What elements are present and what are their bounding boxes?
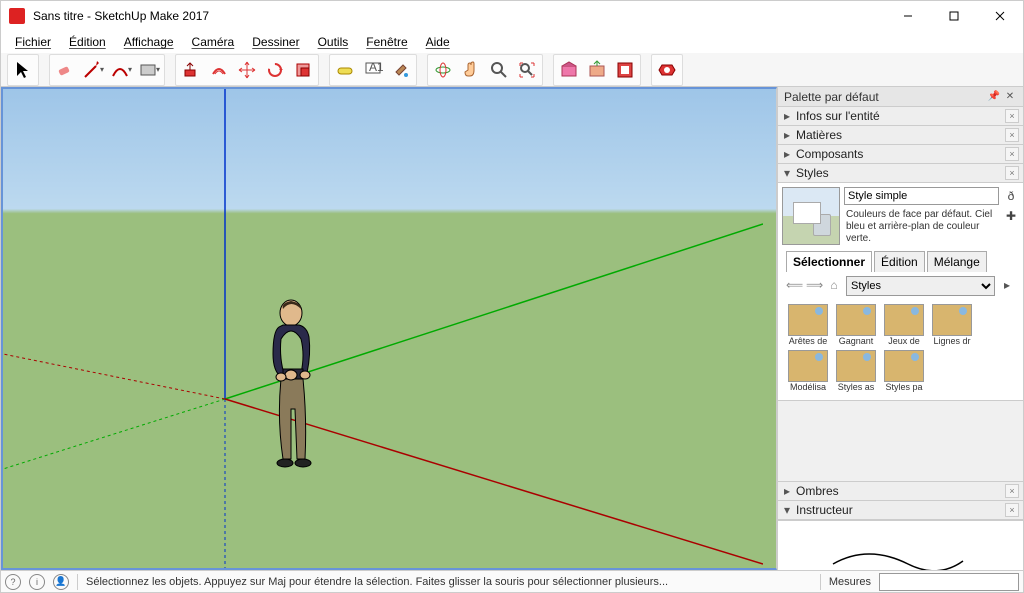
window-title: Sans titre - SketchUp Make 2017 [33,9,885,23]
share-button[interactable] [583,56,611,84]
axes [3,89,763,570]
svg-text:A1: A1 [369,60,383,74]
menu-camera[interactable]: Caméra [184,33,243,51]
chevron-right-icon: ▸ [782,128,792,142]
current-style-thumbnail[interactable] [782,187,840,245]
rotate-tool[interactable] [261,56,289,84]
style-new-icon[interactable]: ✚ [1003,209,1019,225]
style-folder[interactable]: Styles as [834,350,878,392]
section-close-icon[interactable]: × [1005,147,1019,161]
scale-tool[interactable] [289,56,317,84]
section-close-icon[interactable]: × [1005,128,1019,142]
section-materials[interactable]: ▸ Matières × [778,125,1023,145]
menu-affichage[interactable]: Affichage [116,33,182,51]
menu-edition[interactable]: Édition [61,33,114,51]
chevron-right-icon: ▸ [782,484,792,498]
pin-icon[interactable]: 📌 [987,90,1001,104]
chevron-right-icon: ▸ [782,147,792,161]
forward-icon[interactable]: ⟹ [806,278,822,294]
menu-outils[interactable]: Outils [310,33,357,51]
text-tool[interactable]: A1 [359,56,387,84]
select-tool[interactable] [9,56,37,84]
style-name-input[interactable] [844,187,999,205]
minimize-button[interactable] [885,1,931,31]
chevron-right-icon: ▸ [782,109,792,123]
status-hint: Sélectionnez les objets. Appuyez sur Maj… [86,576,812,588]
window-controls [885,1,1023,31]
styles-library-select[interactable]: Styles [846,276,995,296]
style-folder[interactable]: Modélisa [786,350,830,392]
tray-title[interactable]: Palette par défaut 📌 ✕ [778,87,1023,107]
instructor-panel [778,520,1023,570]
section-close-icon[interactable]: × [1005,166,1019,180]
tab-edit[interactable]: Édition [874,251,925,272]
styles-nav: ⟸ ⟹ ⌂ Styles ▸ [782,272,1019,300]
styles-tabs: Sélectionner Édition Mélange [782,247,1019,272]
menu-fenetre[interactable]: Fenêtre [358,33,415,51]
menu-aide[interactable]: Aide [418,33,458,51]
statusbar: ? i 👤 Sélectionnez les objets. Appuyez s… [1,570,1023,592]
section-components[interactable]: ▸ Composants × [778,144,1023,164]
shape-tool[interactable]: ▾ [135,56,163,84]
arc-tool[interactable]: ▾ [107,56,135,84]
section-close-icon[interactable]: × [1005,109,1019,123]
side-panel: Palette par défaut 📌 ✕ ▸ Infos sur l'ent… [777,87,1023,570]
close-button[interactable] [977,1,1023,31]
back-icon[interactable]: ⟸ [786,278,802,294]
zoom-tool[interactable] [485,56,513,84]
chevron-down-icon: ▾ [782,166,792,180]
style-folder[interactable]: Arêtes de [786,304,830,346]
help-icon[interactable]: ? [5,574,21,590]
orbit-tool[interactable] [429,56,457,84]
eraser-tool[interactable] [51,56,79,84]
pushpull-tool[interactable] [177,56,205,84]
chevron-down-icon: ▾ [782,503,792,517]
styles-thumbnails: Arêtes de Gagnant Jeux de Lignes dr Modé… [782,300,1019,396]
extension-warehouse-button[interactable] [653,56,681,84]
line-tool[interactable]: ▾ [79,56,107,84]
offset-tool[interactable] [205,56,233,84]
measurements-label: Mesures [829,576,871,588]
section-close-icon[interactable]: × [1005,503,1019,517]
user-icon[interactable]: 👤 [53,574,69,590]
section-styles[interactable]: ▾ Styles × [778,163,1023,183]
details-icon[interactable]: ▸ [999,278,1015,294]
main-area: Palette par défaut 📌 ✕ ▸ Infos sur l'ent… [1,87,1023,570]
home-icon[interactable]: ⌂ [826,278,842,294]
layout-button[interactable] [611,56,639,84]
move-tool[interactable] [233,56,261,84]
maximize-button[interactable] [931,1,977,31]
menu-dessiner[interactable]: Dessiner [244,33,307,51]
paint-tool[interactable] [387,56,415,84]
section-instructor[interactable]: ▾ Instructeur × [778,500,1023,520]
style-description: Couleurs de face par défaut. Ciel bleu e… [844,207,999,247]
style-folder[interactable]: Styles pa [882,350,926,392]
titlebar: Sans titre - SketchUp Make 2017 [1,1,1023,31]
style-folder[interactable]: Lignes dr [930,304,974,346]
pan-tool[interactable] [457,56,485,84]
section-entity-info[interactable]: ▸ Infos sur l'entité × [778,107,1023,126]
styles-panel: Couleurs de face par défaut. Ciel bleu e… [778,183,1023,401]
viewport[interactable] [1,87,777,570]
tab-select[interactable]: Sélectionner [786,251,872,272]
toolbar: ▾ ▾ ▾ A1 [1,53,1023,87]
menubar: Fichier Édition Affichage Caméra Dessine… [1,31,1023,53]
tape-tool[interactable] [331,56,359,84]
measurements-input[interactable] [879,573,1019,591]
style-folder[interactable]: Gagnant [834,304,878,346]
info-icon[interactable]: i [29,574,45,590]
tray-close-icon[interactable]: ✕ [1003,90,1017,104]
3dwarehouse-button[interactable] [555,56,583,84]
tab-mix[interactable]: Mélange [927,251,987,272]
app-icon [9,8,25,24]
style-update-icon[interactable]: ð [1003,189,1019,205]
style-folder[interactable]: Jeux de [882,304,926,346]
menu-fichier[interactable]: Fichier [7,33,59,51]
section-shadows[interactable]: ▸ Ombres × [778,481,1023,501]
section-close-icon[interactable]: × [1005,484,1019,498]
zoom-extents-tool[interactable] [513,56,541,84]
tray-gap [778,401,1023,482]
scale-figure [261,299,331,499]
